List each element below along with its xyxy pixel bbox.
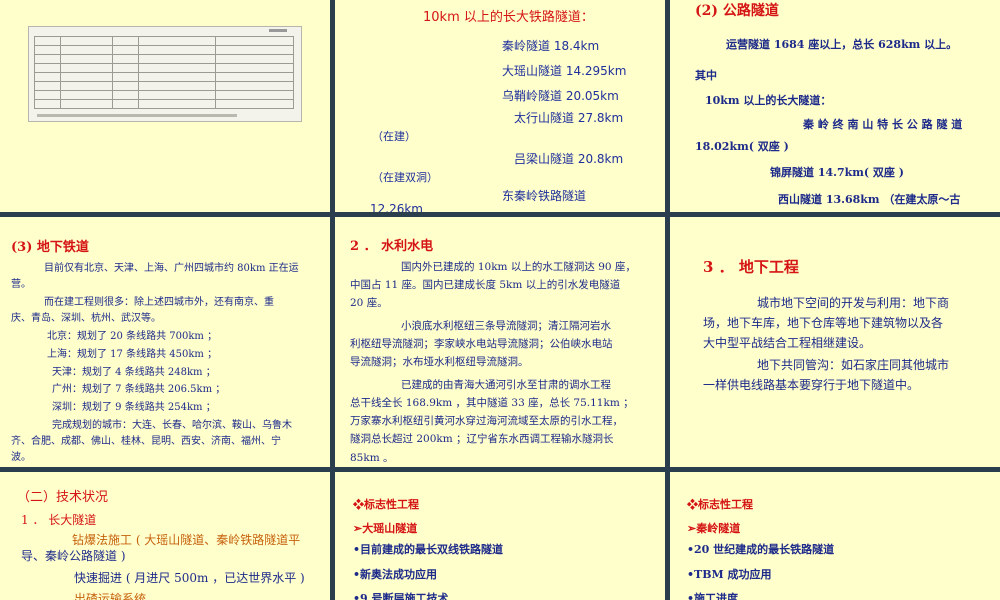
slide-line: 营。	[11, 279, 31, 290]
slide-heading: (3) 地下铁道	[11, 240, 89, 255]
slide-line: （在建）	[372, 130, 416, 143]
scanned-table-image	[28, 26, 302, 122]
slide-line: 波。	[11, 452, 31, 463]
slide-thumbnail-8[interactable]: ❖标志性工程 ➢大瑶山隧道 •目前建成的最长双线铁路隧道 •新奥法成功应用 •9…	[335, 472, 665, 600]
slide-line: 齐、合肥、成都、佛山、桂林、昆明、西安、济南、福州、宁	[11, 436, 281, 447]
slide-line: 总干线全长 168.9km ，其中隧道 33 座，总长 75.11km ；	[350, 397, 634, 409]
slide-line: 场，地下车库，地下仓库等地下建筑物以及各	[703, 316, 944, 330]
slide-line: ➢大瑶山隧道	[353, 522, 418, 535]
slide-heading: 10km 以上的长大铁路隧道：	[423, 10, 594, 25]
slide-line: 目前仅有北京、天津、上海、广州四城市约 80km 正在运	[44, 263, 299, 274]
slide-line: （在建双洞）	[372, 171, 438, 184]
slide-line: 已建成的由青海大通河引水至甘肃的调水工程	[401, 379, 611, 391]
slide-thumbnail-5[interactable]: 2 ． 水利水电 国内外已建成的 10km 以上的水工隧洞达 90 座， 中国占…	[335, 217, 665, 467]
slide-line: 天津：规划了 4 条线路共 248km ；	[52, 367, 216, 378]
slide-line: •TBM 成功应用	[687, 568, 772, 581]
slide-line: •目前建成的最长双线铁路隧道	[353, 543, 504, 556]
slide-line: 北京：规划了 20 条线路共 700km ；	[47, 331, 218, 342]
slide-heading: (2) 公路隧道	[695, 3, 779, 19]
slide-line: ➢秦岭隧道	[687, 522, 741, 535]
slide-line: •新奥法成功应用	[353, 568, 438, 581]
slide-line: 运营隧道 1684 座以上，总长 628km 以上。	[726, 38, 958, 51]
slide-heading: ❖标志性工程	[687, 498, 753, 511]
slide-line: 利枢纽导流隧洞；李家峡水电站导流隧洞；公伯峡水电站	[350, 338, 613, 350]
slide-line: 秦岭隧道 18.4km	[502, 39, 600, 53]
slide-heading: 3 ． 地下工程	[703, 258, 799, 276]
slide-line: 20 座。	[350, 297, 388, 309]
slide-thumbnail-1[interactable]	[0, 0, 330, 212]
slide-line: •20 世纪建成的最长铁路隧道	[687, 543, 835, 556]
slide-line: 快速掘进 ( 月进尺 500m ，已达世界水平 )	[74, 571, 305, 585]
slide-line: 东秦岭铁路隧道	[502, 189, 587, 203]
slide-thumbnail-9[interactable]: ❖标志性工程 ➢秦岭隧道 •20 世纪建成的最长铁路隧道 •TBM 成功应用 •…	[670, 472, 1000, 600]
slide-line: 导流隧洞；水布垭水利枢纽导流隧洞。	[350, 356, 529, 368]
slide-line: 锦屏隧道 14.7km( 双座 )	[770, 166, 904, 179]
slide-line: 隧洞总长超过 200km ；辽宁省东水西调工程输水隧洞长	[350, 433, 614, 445]
slide-heading: （二）技术状况	[17, 490, 109, 505]
slide-line: 广州：规划了 7 条线路共 206.5km ；	[52, 384, 226, 395]
slide-line: 一样供电线路基本要穿行于地下隧道中。	[703, 378, 920, 392]
slide-line: •施工进度	[687, 592, 739, 600]
slide-heading: 2 ． 水利水电	[350, 239, 434, 254]
slide-thumbnail-6[interactable]: 3 ． 地下工程 城市地下空间的开发与利用：地下商 场，地下车库，地下仓库等地下…	[670, 217, 1000, 467]
slide-line: 上海：规划了 17 条线路共 450km ；	[47, 349, 218, 360]
scan-footnote	[37, 114, 237, 117]
slide-line: 小浪底水利枢纽三条导流隧洞；清江隔河岩水	[401, 320, 611, 332]
slide-line: 地下共同管沟：如石家庄同其他城市	[757, 358, 950, 372]
slide-line: 秦 岭 终 南 山 特 长 公 路 隧 道	[803, 118, 963, 131]
slide-line: 其中	[695, 69, 717, 82]
slide-line: 国内外已建成的 10km 以上的水工隧洞达 90 座，	[401, 261, 636, 273]
slide-line: 完成规划的城市：大连、长春、哈尔滨、鞍山、乌鲁木	[52, 420, 292, 431]
slide-line: 大瑶山隧道 14.295km	[502, 64, 627, 78]
slide-line: 吕梁山隧道 20.8km	[514, 152, 624, 166]
slide-line: 城市地下空间的开发与利用：地下商	[757, 296, 950, 310]
slide-sorter: 10km 以上的长大铁路隧道： 秦岭隧道 18.4km 大瑶山隧道 14.295…	[0, 0, 1000, 600]
slide-line: 深圳：规划了 9 条线路共 254km ；	[52, 402, 216, 413]
slide-line: 而在建工程则很多：除上述四城市外，还有南京、重	[44, 297, 274, 308]
slide-line: 85km 。	[350, 452, 394, 464]
scan-table	[34, 36, 294, 109]
slide-line: 庆、青岛、深圳、杭州、武汉等。	[11, 313, 161, 324]
slide-line: 大中型平战结合工程相继建设。	[703, 336, 872, 350]
slide-heading: ❖标志性工程	[353, 498, 419, 511]
slide-line: 出碴运输系统	[74, 592, 147, 600]
slide-thumbnail-4[interactable]: (3) 地下铁道 目前仅有北京、天津、上海、广州四城市约 80km 正在运 营。…	[0, 217, 330, 467]
slide-line: 万家寨水利枢纽引黄河水穿过海河流域至太原的引水工程，	[350, 415, 623, 427]
slide-thumbnail-2[interactable]: 10km 以上的长大铁路隧道： 秦岭隧道 18.4km 大瑶山隧道 14.295…	[335, 0, 665, 212]
slide-line: 乌鞘岭隧道 20.05km	[502, 89, 619, 103]
slide-line: 钻爆法施工 ( 大瑶山隧道、秦岭铁路隧道平	[72, 533, 301, 547]
slide-thumbnail-7[interactable]: （二）技术状况 1 ． 长大隧道 钻爆法施工 ( 大瑶山隧道、秦岭铁路隧道平 导…	[0, 472, 330, 600]
slide-line: 12.26km	[370, 202, 423, 212]
slide-subheading: 1 ． 长大隧道	[21, 513, 97, 527]
slide-line: 18.02km( 双座 )	[695, 140, 789, 153]
slide-line: •9 号断层施工技术	[353, 592, 449, 600]
scan-title-mark	[269, 29, 287, 32]
slide-thumbnail-3[interactable]: (2) 公路隧道 运营隧道 1684 座以上，总长 628km 以上。 其中 1…	[670, 0, 1000, 212]
slide-line: 中国占 11 座。国内已建成长度 5km 以上的引水发电隧道	[350, 279, 621, 291]
slide-line: 10km 以上的长大隧道：	[705, 94, 832, 107]
slide-line: 西山隧道 13.68km （在建太原～古	[778, 193, 961, 206]
slide-line: 太行山隧道 27.8km	[514, 111, 624, 125]
slide-line: 导、秦岭公路隧道 )	[21, 549, 126, 563]
